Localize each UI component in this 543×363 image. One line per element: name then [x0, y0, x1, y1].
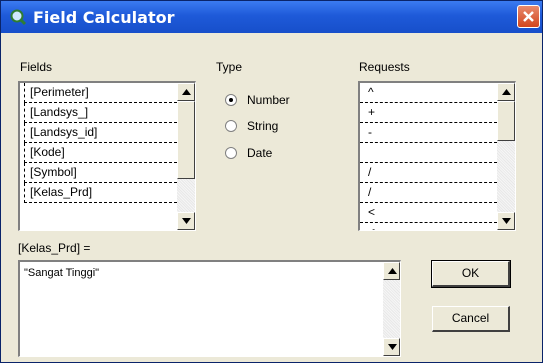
- requests-list: ^+-//<<=: [360, 83, 497, 230]
- request-list-item[interactable]: ^: [360, 83, 497, 103]
- fields-list: [Perimeter] [Landsys_] [Landsys_id] [Kode][…: [20, 83, 177, 230]
- fields-listbox[interactable]: [Perimeter] [Landsys_] [Landsys_id] [Kode][…: [18, 81, 196, 231]
- radio-date[interactable]: Date: [225, 146, 335, 162]
- calculator-magnifier-icon: [10, 9, 27, 26]
- field-list-item[interactable]: [Symbol]: [24, 163, 177, 183]
- expression-value: "Sangat Tinggi": [24, 267, 100, 279]
- requests-listbox[interactable]: ^+-//<<=: [358, 81, 516, 231]
- scroll-thumb[interactable]: [497, 101, 515, 141]
- field-calculator-window: Field Calculator Fields [Perimeter] [Land…: [0, 0, 543, 363]
- request-list-item[interactable]: -: [360, 123, 497, 143]
- field-list-item[interactable]: [Perimeter]: [24, 83, 177, 103]
- scroll-up-button[interactable]: [177, 83, 195, 101]
- fields-scrollbar[interactable]: [177, 83, 195, 230]
- field-list-item[interactable]: [Kode]: [24, 143, 177, 163]
- requests-scrollbar[interactable]: [497, 83, 515, 230]
- type-label: Type: [216, 60, 243, 74]
- radio-number-label: Number: [247, 93, 290, 107]
- request-list-item[interactable]: <: [360, 203, 497, 223]
- request-list-item[interactable]: <=: [360, 223, 497, 230]
- expression-scrollbar[interactable]: [383, 262, 400, 356]
- radio-string[interactable]: String: [225, 119, 335, 135]
- arrow-down-icon: [502, 218, 511, 224]
- field-list-item[interactable]: [Kelas_Prd]: [24, 183, 177, 203]
- close-icon: [523, 11, 534, 22]
- arrow-up-icon: [388, 268, 397, 274]
- ok-button[interactable]: OK: [431, 260, 511, 288]
- radio-button[interactable]: [225, 147, 237, 159]
- cancel-button[interactable]: Cancel: [432, 306, 510, 332]
- window-title: Field Calculator: [33, 8, 175, 27]
- request-list-item[interactable]: [360, 143, 497, 163]
- arrow-up-icon: [502, 89, 511, 95]
- scroll-thumb[interactable]: [177, 101, 195, 179]
- arrow-down-icon: [388, 344, 397, 350]
- title-bar[interactable]: Field Calculator: [1, 1, 542, 33]
- field-list-item[interactable]: [Landsys_id]: [24, 123, 177, 143]
- radio-date-label: Date: [247, 146, 273, 160]
- field-list-item[interactable]: [Landsys_]: [24, 103, 177, 123]
- request-list-item[interactable]: +: [360, 103, 497, 123]
- request-list-item[interactable]: /: [360, 183, 497, 203]
- arrow-up-icon: [182, 89, 191, 95]
- scroll-down-button[interactable]: [177, 212, 195, 230]
- request-list-item[interactable]: /: [360, 163, 497, 183]
- scroll-up-button[interactable]: [497, 83, 515, 101]
- radio-button[interactable]: [225, 94, 237, 106]
- radio-button[interactable]: [225, 120, 237, 132]
- arrow-down-icon: [182, 218, 191, 224]
- scroll-down-button[interactable]: [497, 212, 515, 230]
- expression-label: [Kelas_Prd] =: [18, 241, 91, 255]
- fields-label: Fields: [20, 60, 53, 74]
- radio-string-label: String: [247, 119, 279, 133]
- requests-label: Requests: [359, 60, 410, 74]
- radio-number[interactable]: Number: [225, 93, 335, 109]
- scroll-up-button[interactable]: [383, 262, 400, 280]
- close-button[interactable]: [517, 5, 540, 28]
- radio-selected-dot: [229, 98, 233, 102]
- expression-textarea[interactable]: "Sangat Tinggi": [18, 260, 401, 357]
- scroll-down-button[interactable]: [383, 338, 400, 356]
